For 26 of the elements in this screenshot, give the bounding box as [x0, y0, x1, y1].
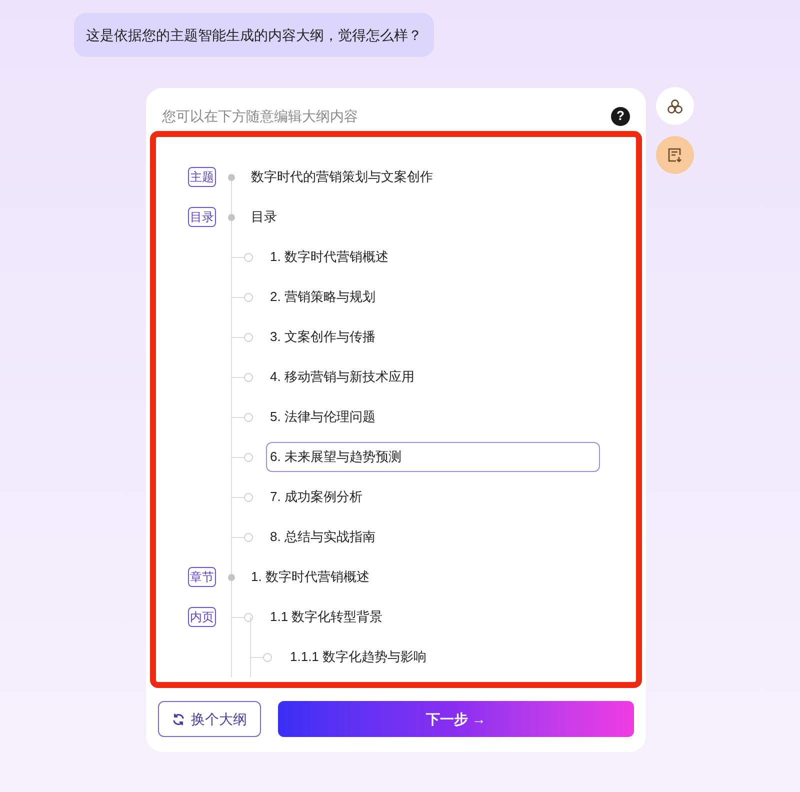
document-icon: [667, 147, 683, 163]
section-tag: 章节: [188, 567, 216, 587]
outline-item[interactable]: 8. 总结与实战指南: [270, 529, 376, 544]
outline-item[interactable]: 1. 数字时代营销概述: [251, 569, 370, 584]
outline-item[interactable]: 3. 文案创作与传播: [270, 329, 376, 344]
hint-text: 您可以在下方随意编辑大纲内容: [162, 106, 358, 126]
section-tag: 目录: [188, 207, 216, 227]
outline-item[interactable]: 数字时代的营销策划与文案创作: [251, 169, 433, 184]
outline-item[interactable]: 4. 移动营销与新技术应用: [270, 369, 414, 384]
outline-item[interactable]: 2. 营销策略与规划: [270, 289, 376, 304]
refresh-icon: [172, 712, 185, 726]
section-tag: 主题: [188, 167, 216, 187]
section-tag: 内页: [188, 607, 216, 627]
next-step-button[interactable]: 下一步 →: [278, 701, 634, 737]
outline-item[interactable]: 1.1 数字化转型背景: [270, 609, 383, 624]
outline-item[interactable]: 目录: [251, 209, 277, 224]
outline-item[interactable]: 5. 法律与伦理问题: [270, 409, 376, 424]
outline-input[interactable]: 6. 未来展望与趋势预测: [266, 442, 600, 472]
outline-item[interactable]: 7. 成功案例分析: [270, 489, 362, 504]
export-button[interactable]: [656, 136, 694, 174]
chat-bubble: 这是依据您的主题智能生成的内容大纲，觉得怎么样？: [74, 13, 434, 57]
shapes-button[interactable]: [656, 87, 694, 125]
outline-item[interactable]: 1. 数字时代营销概述: [270, 249, 388, 264]
outline-item[interactable]: 1.1.1 数字化趋势与影响: [290, 649, 427, 664]
shapes-icon: [667, 98, 683, 114]
change-outline-button[interactable]: 换个大纲: [158, 701, 261, 737]
